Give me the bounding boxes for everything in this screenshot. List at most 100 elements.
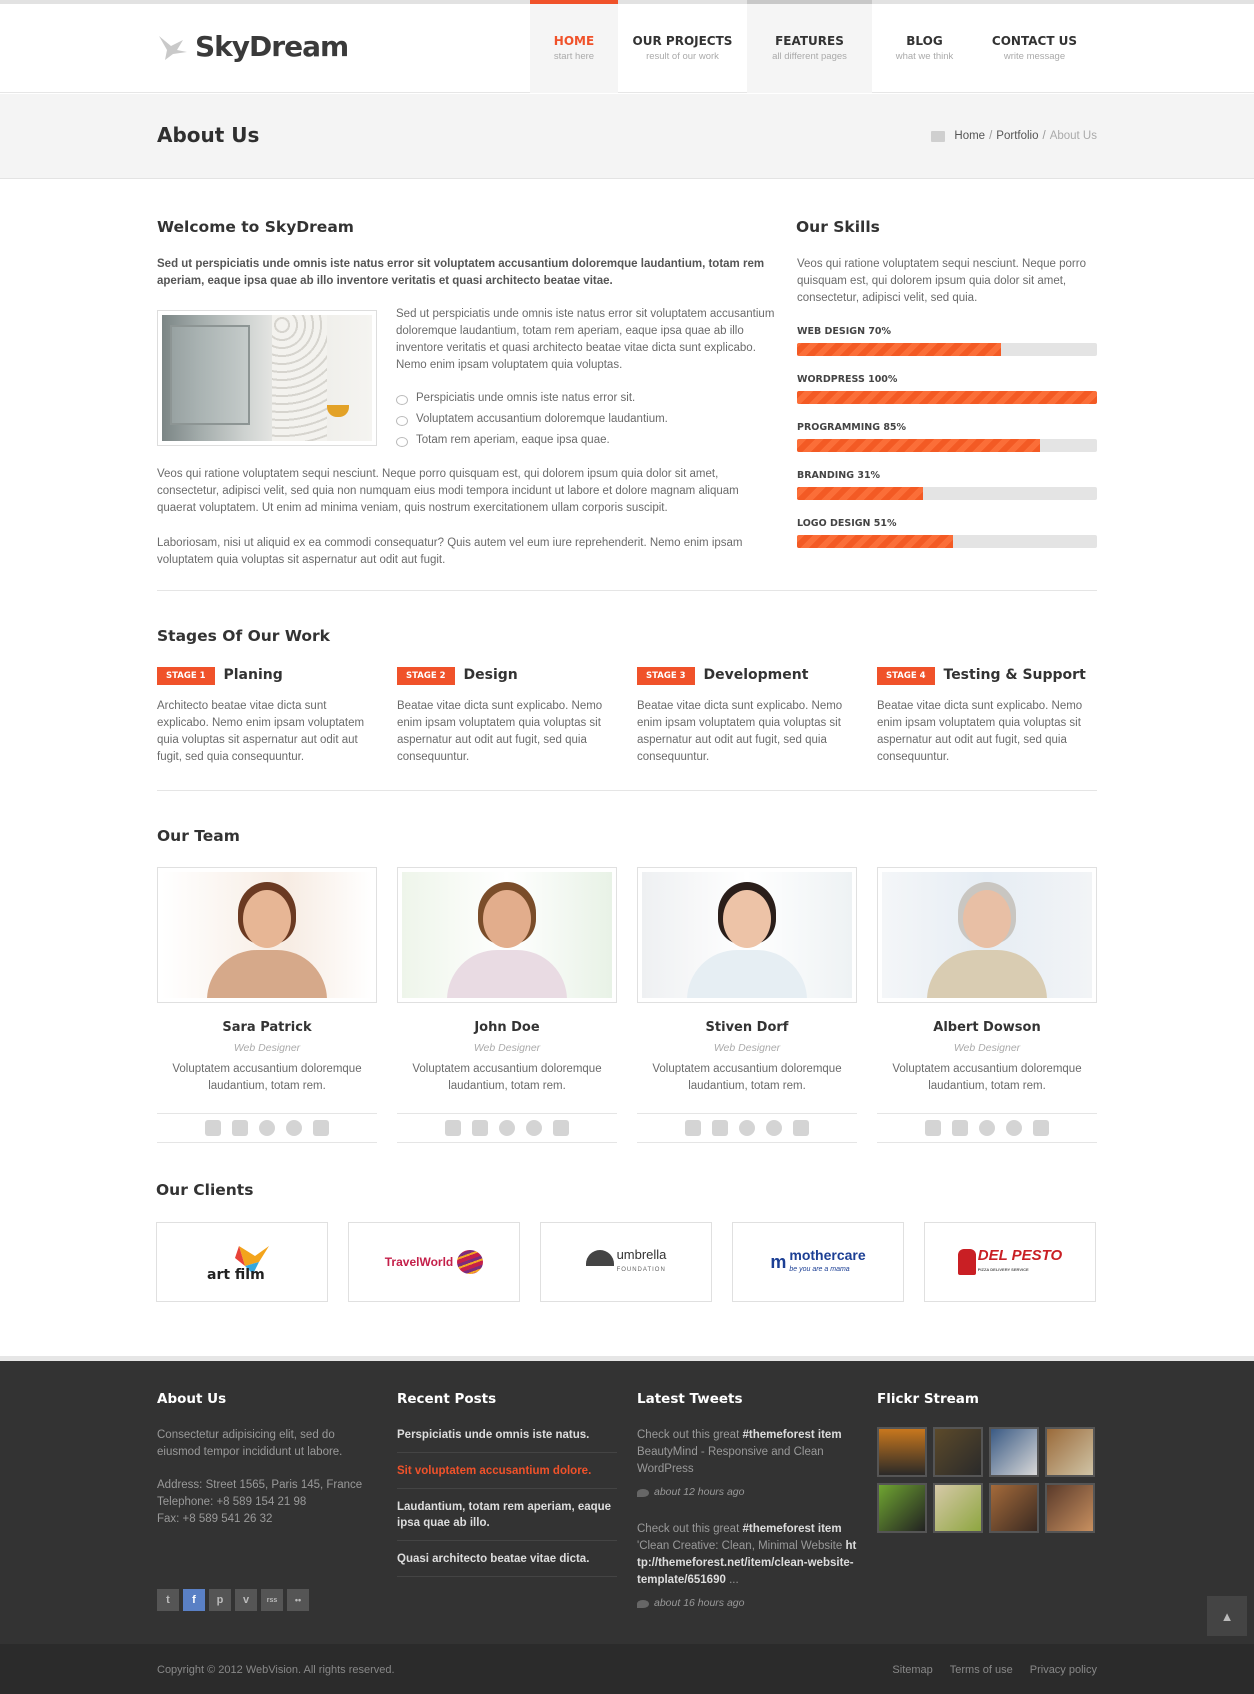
flickr-icon[interactable]: •• [287, 1589, 309, 1611]
back-to-top-button[interactable]: ▲ [1207, 1596, 1247, 1636]
pinterest-icon[interactable]: p [209, 1589, 231, 1611]
twitter-icon[interactable] [712, 1120, 728, 1136]
tweet-hashtag[interactable]: #themeforest item [742, 1523, 841, 1535]
breadcrumb-home[interactable]: Home [954, 130, 985, 142]
delpesto-chef-icon [957, 1249, 976, 1275]
dribbble-icon[interactable] [979, 1120, 995, 1136]
facebook-icon[interactable] [925, 1120, 941, 1136]
mail-icon[interactable] [1033, 1120, 1049, 1136]
welcome-lead: Sed ut perspiciatis unde omnis iste natu… [157, 258, 765, 287]
terms-link[interactable]: Terms of use [950, 1664, 1013, 1676]
breadcrumb-separator: / [1042, 130, 1046, 142]
skype-icon[interactable] [526, 1120, 542, 1136]
tweet-time: about 16 hours ago [637, 1595, 857, 1612]
skype-icon[interactable] [1006, 1120, 1022, 1136]
facebook-icon[interactable]: f [183, 1589, 205, 1611]
twitter-icon[interactable] [472, 1120, 488, 1136]
site-header: SkyDream HOME start here OUR PROJECTS re… [0, 0, 1254, 93]
breadcrumb-portfolio[interactable]: Portfolio [996, 130, 1038, 142]
stages-title: Stages Of Our Work [157, 627, 330, 645]
recent-post-link[interactable]: Laudantium, totam rem aperiam, eaque ips… [397, 1499, 617, 1541]
recent-post-link[interactable]: Perspiciatis unde omnis iste natus. [397, 1427, 617, 1453]
dribbble-icon[interactable] [739, 1120, 755, 1136]
team-role: Web Designer [953, 1042, 1021, 1054]
team-role: Web Designer [473, 1042, 541, 1054]
breadcrumb-separator: / [989, 130, 993, 142]
team-photo [637, 867, 857, 1003]
nav-home[interactable]: HOME start here [530, 0, 618, 93]
footer-address: Address: Street 1565, Paris 145, France [157, 1479, 363, 1491]
flickr-thumb[interactable] [933, 1427, 983, 1477]
nav-home-label: HOME [553, 34, 595, 48]
team-photo [877, 867, 1097, 1003]
mail-icon[interactable] [793, 1120, 809, 1136]
bottom-links: Sitemap Terms of use Privacy policy [892, 1664, 1097, 1676]
flickr-thumb[interactable] [877, 1427, 927, 1477]
client-logo-delpesto[interactable]: DEL PESTO PIZZA DELIVERY SERVICE [924, 1222, 1096, 1302]
nav-features[interactable]: FEATURES all different pages [747, 0, 872, 93]
client-logo-umbrella[interactable]: umbrella FOUNDATION [540, 1222, 712, 1302]
twitter-icon[interactable] [232, 1120, 248, 1136]
office-photo [162, 315, 372, 441]
stage-title: Development [703, 667, 809, 683]
skill-progress-fill [797, 439, 1040, 452]
tweet-hashtag[interactable]: #themeforest item [742, 1429, 841, 1441]
stage-card: STAGE 3 Development Beatae vitae dicta sun… [637, 667, 857, 766]
flickr-thumb[interactable] [933, 1483, 983, 1533]
team-name[interactable]: John Doe [397, 1020, 617, 1035]
logo[interactable]: SkyDream [157, 30, 349, 63]
team-name[interactable]: Stiven Dorf [637, 1020, 857, 1035]
facebook-icon[interactable] [445, 1120, 461, 1136]
page-title: About Us [157, 123, 260, 147]
page-title-bar: About Us Home / Portfolio / About Us [0, 94, 1254, 179]
skype-icon[interactable] [286, 1120, 302, 1136]
dribbble-icon[interactable] [259, 1120, 275, 1136]
twitter-icon[interactable] [952, 1120, 968, 1136]
footer-posts: Recent Posts Perspiciatis unde omnis ist… [397, 1391, 617, 1587]
list-item: Totam rem aperiam, eaque ipsa quae. [396, 432, 776, 449]
flickr-thumb[interactable] [989, 1483, 1039, 1533]
nav-blog[interactable]: BLOG what we think [872, 4, 977, 93]
clients-title: Our Clients [156, 1181, 254, 1199]
home-icon [931, 130, 946, 142]
stage-heading: STAGE 2 Design [397, 667, 617, 686]
mail-icon[interactable] [553, 1120, 569, 1136]
skill-label: LOGO DESIGN 51% [797, 518, 897, 529]
bird-logo-icon [159, 35, 187, 60]
main-nav: HOME start here OUR PROJECTS result of o… [530, 0, 1092, 93]
client-logo-mothercare[interactable]: m mothercare be you are a mama [732, 1222, 904, 1302]
stage-badge: STAGE 4 [877, 667, 935, 686]
flickr-thumb[interactable] [1045, 1427, 1095, 1477]
rss-icon[interactable]: rss [261, 1589, 283, 1611]
divider [157, 790, 1097, 791]
nav-projects[interactable]: OUR PROJECTS result of our work [618, 4, 747, 93]
twitter-icon[interactable]: t [157, 1589, 179, 1611]
mail-icon[interactable] [313, 1120, 329, 1136]
team-name[interactable]: Albert Dowson [877, 1020, 1097, 1035]
team-photo [397, 867, 617, 1003]
vimeo-icon[interactable]: v [235, 1589, 257, 1611]
flickr-thumb[interactable] [989, 1427, 1039, 1477]
skill-progress-bar [797, 535, 1097, 548]
nav-contact[interactable]: CONTACT US write message [977, 4, 1092, 93]
nav-contact-sub: write message [1003, 51, 1066, 62]
facebook-icon[interactable] [685, 1120, 701, 1136]
recent-post-link[interactable]: Sit voluptatem accusantium dolore. [397, 1463, 617, 1489]
divider [157, 590, 1097, 591]
nav-contact-label: CONTACT US [991, 34, 1078, 48]
stage-badge: STAGE 3 [637, 667, 695, 686]
recent-post-link[interactable]: Quasi architecto beatae vitae dicta. [397, 1551, 617, 1577]
privacy-link[interactable]: Privacy policy [1030, 1664, 1097, 1676]
skype-icon[interactable] [766, 1120, 782, 1136]
team-role: Web Designer [713, 1042, 781, 1054]
flickr-thumb[interactable] [877, 1483, 927, 1533]
team-name[interactable]: Sara Patrick [157, 1020, 377, 1035]
flickr-thumb[interactable] [1045, 1483, 1095, 1533]
client-logo-travelworld[interactable]: TravelWorld [348, 1222, 520, 1302]
stage-title: Design [463, 667, 518, 683]
dribbble-icon[interactable] [499, 1120, 515, 1136]
travel-globe-icon [457, 1250, 484, 1274]
sitemap-link[interactable]: Sitemap [892, 1664, 932, 1676]
client-logo-artfilm[interactable]: art film [156, 1222, 328, 1302]
facebook-icon[interactable] [205, 1120, 221, 1136]
